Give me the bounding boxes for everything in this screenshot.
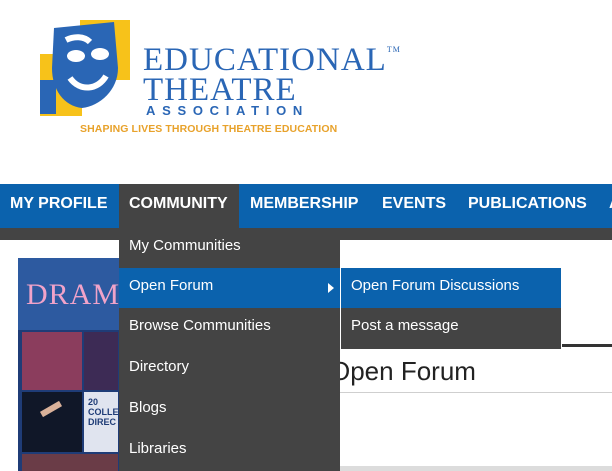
- nav-publications[interactable]: PUBLICATIONS: [458, 184, 597, 228]
- submenu-arrow-icon: [328, 283, 334, 293]
- magazine-photo: [84, 332, 118, 390]
- menu-item-browse-communities[interactable]: Browse Communities: [119, 308, 340, 348]
- submenu-item-open-forum-discussions[interactable]: Open Forum Discussions: [341, 268, 561, 308]
- community-dropdown: My Communities Open Forum Browse Communi…: [119, 228, 340, 471]
- nav-community[interactable]: COMMUNITY: [119, 184, 239, 228]
- nav-my-profile[interactable]: MY PROFILE: [0, 184, 118, 228]
- magazine-title: DRAMA: [26, 278, 120, 311]
- nav-more[interactable]: A: [600, 184, 612, 228]
- menu-item-label: Open Forum: [129, 277, 214, 294]
- menu-item-label: Libraries: [129, 440, 187, 457]
- menu-item-label: My Communities: [129, 237, 241, 254]
- logo-association: ASSOCIATION: [146, 103, 310, 118]
- submenu-item-label: Post a message: [351, 317, 459, 334]
- menu-item-label: Browse Communities: [129, 317, 271, 334]
- content-divider: [562, 344, 612, 347]
- magazine-photo: [22, 392, 82, 452]
- logo-trademark: TM: [386, 45, 401, 54]
- heading-divider: [340, 392, 612, 393]
- magazine-photo: [22, 454, 118, 471]
- menu-item-my-communities[interactable]: My Communities: [119, 228, 340, 268]
- logo-tagline: SHAPING LIVES THROUGH THEATRE EDUCATION: [80, 123, 338, 135]
- submenu-item-label: Open Forum Discussions: [351, 277, 520, 294]
- nav-membership[interactable]: MEMBERSHIP: [240, 184, 368, 228]
- submenu-item-post-a-message[interactable]: Post a message: [341, 308, 561, 348]
- content-divider-bottom: [340, 466, 612, 471]
- open-forum-submenu: Open Forum Discussions Post a message: [341, 268, 561, 349]
- page-title: Open Forum: [330, 356, 476, 386]
- menu-item-label: Directory: [129, 358, 190, 375]
- main-nav: MY PROFILE COMMUNITY MEMBERSHIP EVENTS P…: [0, 184, 612, 228]
- menu-item-label: Blogs: [129, 399, 167, 416]
- menu-item-blogs[interactable]: Blogs: [119, 390, 340, 430]
- menu-item-directory[interactable]: Directory: [119, 349, 340, 389]
- magazine-side-text: 20 COLLEGE DIREC: [88, 397, 120, 427]
- eta-logo[interactable]: EDUCATIONALTM THEATRE ASSOCIATION SHAPIN…: [40, 18, 420, 143]
- nav-events[interactable]: EVENTS: [372, 184, 456, 228]
- dramatics-magazine-cover[interactable]: DRAMA 20 COLLEGE DIREC: [18, 258, 120, 471]
- menu-item-open-forum[interactable]: Open Forum: [119, 268, 340, 308]
- theatre-masks-icon: [40, 20, 130, 116]
- menu-item-libraries[interactable]: Libraries: [119, 431, 340, 471]
- magazine-photo: [22, 332, 82, 390]
